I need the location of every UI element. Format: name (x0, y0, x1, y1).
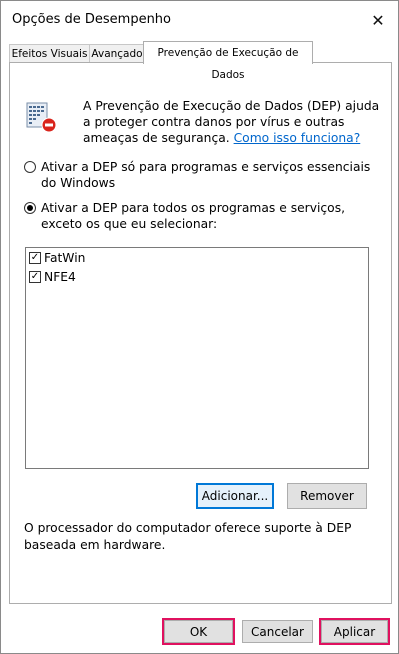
ok-button[interactable]: OK (164, 620, 233, 643)
dep-shield-icon (26, 102, 57, 133)
radio-all-except-circle[interactable] (24, 202, 36, 214)
close-icon[interactable]: ✕ (363, 7, 393, 33)
radio-essential-label: Ativar a DEP só para programas e serviço… (41, 160, 371, 190)
dep-tab-panel: A Prevenção de Execução de Dados (DEP) a… (9, 62, 392, 604)
radio-all-except[interactable]: Ativar a DEP para todos os programas e s… (24, 200, 381, 232)
radio-essential-circle[interactable] (24, 161, 36, 173)
window-title: Opções de Desempenho (12, 12, 171, 27)
nfe4-checkbox[interactable]: ✓ (29, 271, 41, 283)
title-bar: Opções de Desempenho ✕ (1, 1, 398, 39)
tab-visual-effects[interactable]: Efeitos Visuais (9, 44, 90, 63)
radio-selected-dot (27, 205, 33, 211)
fatwin-checkbox[interactable]: ✓ (29, 252, 41, 264)
dep-description: A Prevenção de Execução de Dados (DEP) a… (83, 98, 383, 146)
radio-essential-only[interactable]: Ativar a DEP só para programas e serviço… (24, 159, 381, 191)
apply-button[interactable]: Aplicar (321, 620, 388, 643)
nfe4-label: NFE4 (44, 270, 76, 284)
list-item-nfe4[interactable]: ✓ NFE4 (29, 270, 76, 284)
fatwin-label: FatWin (44, 251, 86, 265)
performance-options-window: Opções de Desempenho ✕ Efeitos Visuais A… (0, 0, 399, 654)
how-it-works-link[interactable]: Como isso funciona? (234, 131, 361, 145)
tab-data-execution-prevention[interactable]: Prevenção de Execução de Dados (143, 41, 313, 81)
list-item-fatwin[interactable]: ✓ FatWin (29, 251, 85, 265)
remove-button[interactable]: Remover (287, 483, 367, 509)
radio-all-except-label: Ativar a DEP para todos os programas e s… (41, 201, 346, 231)
cancel-button[interactable]: Cancelar (242, 620, 313, 643)
add-button[interactable]: Adicionar... (196, 483, 274, 509)
hardware-support-text: O processador do computador oferece supo… (24, 521, 352, 552)
exception-program-list[interactable]: ✓ FatWin ✓ NFE4 (25, 247, 369, 469)
tab-advanced[interactable]: Avançado (89, 44, 145, 63)
